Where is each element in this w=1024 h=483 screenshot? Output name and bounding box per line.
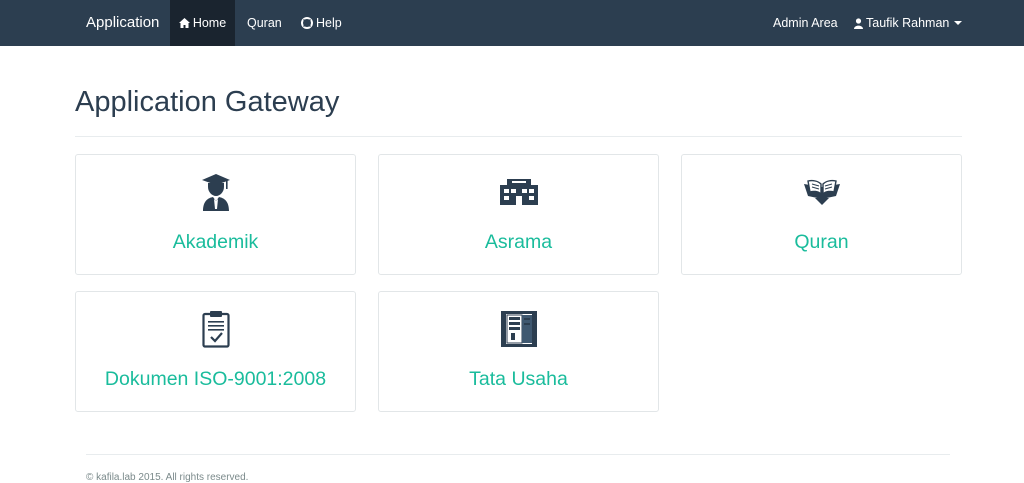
nav-help[interactable]: Help [301,0,342,46]
app-card-asrama[interactable]: Asrama [378,154,659,275]
footer-divider [86,454,950,455]
chevron-down-icon [954,21,963,25]
app-card-akademik[interactable]: Akademik [75,154,356,275]
nav-admin-label: Admin Area [773,16,838,30]
home-icon [178,18,190,28]
nav-quran-label: Quran [247,16,282,30]
top-navbar: Application Home Quran Help Admin Area T… [0,0,1024,46]
title-divider [75,136,962,137]
nav-quran[interactable]: Quran [247,0,282,46]
graduate-icon [201,174,230,211]
nav-help-label: Help [316,16,342,30]
user-name: Taufik Rahman [866,16,950,30]
open-book-icon [803,179,840,205]
office-cabinet-icon [500,311,537,347]
nav-admin-area[interactable]: Admin Area [773,0,838,46]
user-menu-dropdown[interactable]: Taufik Rahman [854,0,963,46]
app-card-quran[interactable]: Quran [681,154,962,275]
clipboard-check-icon [201,311,230,348]
app-card-label: Dokumen ISO-9001:2008 [104,368,327,390]
app-card-tata-usaha[interactable]: Tata Usaha [378,291,659,412]
app-card-label: Asrama [484,231,553,253]
footer-copyright: © kafila.lab 2015. All rights reserved. [86,472,249,483]
building-icon [499,179,538,205]
app-card-label: Quran [794,231,849,253]
nav-home-label: Home [192,16,227,30]
app-card-dokumen-iso[interactable]: Dokumen ISO-9001:2008 [75,291,356,412]
app-card-label: Tata Usaha [469,368,568,390]
nav-home[interactable]: Home [170,0,235,46]
app-card-label: Akademik [172,231,259,253]
brand-link[interactable]: Application [86,0,159,46]
page-title: Application Gateway [75,86,340,118]
lifebuoy-icon [301,17,313,29]
user-icon [854,17,863,29]
